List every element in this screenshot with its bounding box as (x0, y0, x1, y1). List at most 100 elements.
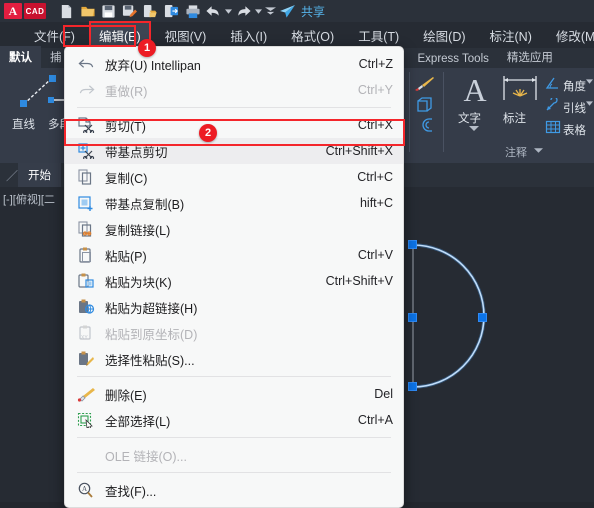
paint-brush-icon[interactable] (413, 76, 435, 92)
menu-item-copy-label: 复制(C) (105, 171, 148, 186)
menu-item-copy-link-label: 复制链接(L) (105, 223, 171, 238)
ribbon-tab-express-tools[interactable]: Express Tools (409, 50, 498, 68)
customize-caret-icon[interactable] (263, 1, 277, 21)
open-folder-icon[interactable] (77, 1, 98, 21)
angle-label[interactable]: 角度 (563, 78, 586, 94)
arc-grip-end[interactable] (408, 382, 417, 391)
text-tool-caret-icon[interactable] (469, 126, 479, 132)
print-icon[interactable] (182, 1, 203, 21)
save-as-icon[interactable] (119, 1, 140, 21)
viewport-label[interactable]: [-][俯视][二 (3, 191, 55, 207)
menu-bar: 文件(F) 编辑(E) 视图(V) 插入(I) 格式(O) 工具(T) 绘图(D… (0, 20, 594, 50)
menu-item-paste[interactable]: 粘贴(P) Ctrl+V (65, 242, 403, 268)
menu-item-cut[interactable]: 剪切(T) Ctrl+X (65, 112, 403, 138)
new-file-icon[interactable] (56, 1, 77, 21)
app-logo-cad: CAD (24, 3, 46, 19)
line-tool-label[interactable]: 直线 (12, 116, 35, 132)
table-label[interactable]: 表格 (563, 122, 586, 138)
menu-item-paste-as-block-label: 粘贴为块(K) (105, 275, 172, 290)
share-plane-icon[interactable] (277, 1, 297, 21)
menubar-item-draw[interactable]: 绘图(D) (415, 23, 473, 48)
menubar-item-format[interactable]: 格式(O) (283, 23, 342, 48)
redo-dropdown-caret-icon[interactable] (254, 1, 263, 21)
menubar-item-insert[interactable]: 插入(I) (222, 23, 275, 48)
dimension-tool-label[interactable]: 标注 (503, 110, 526, 126)
app-logo-a: A (4, 3, 22, 19)
menu-item-copy-link[interactable]: 复制链接(L) (65, 216, 403, 242)
ribbon-tab-default[interactable]: 默认 (0, 46, 41, 68)
menu-item-paste-as-hyperlink[interactable]: 粘贴为超链接(H) (65, 294, 403, 320)
menu-item-copy-with-basepoint-label: 带基点复制(B) (105, 197, 185, 212)
menubar-item-file[interactable]: 文件(F) (26, 23, 83, 48)
doc-tab-start[interactable]: 开始 (18, 163, 62, 187)
menu-item-redo-accel: Ctrl+Y (357, 83, 393, 97)
menu-item-undo-label: 放弃(U) Intellipan (105, 58, 201, 73)
share-label[interactable]: 共享 (301, 3, 325, 20)
leader-caret-icon[interactable] (586, 101, 593, 106)
menu-item-cut-with-basepoint[interactable]: 带基点剪切 Ctrl+Shift+X (65, 138, 403, 164)
menu-item-cut-with-basepoint-accel: Ctrl+Shift+X (325, 144, 393, 158)
table-icon[interactable] (545, 120, 561, 134)
ole-link-icon (73, 445, 99, 465)
menu-item-copy-with-basepoint[interactable]: 带基点复制(B) hift+C (65, 190, 403, 216)
select-all-icon (73, 410, 99, 430)
edit-dropdown-menu: 放弃(U) Intellipan Ctrl+Z 重做(R) Ctrl+Y 剪切(… (64, 46, 404, 508)
ribbon-tab-featured-apps[interactable]: 精选应用 (498, 46, 562, 68)
annotation-panel-caret-icon[interactable] (534, 148, 543, 154)
menu-item-paste-label: 粘贴(P) (105, 249, 147, 264)
menu-item-select-all[interactable]: 全部选择(L) Ctrl+A (65, 407, 403, 433)
text-tool-label[interactable]: 文字 (458, 110, 481, 126)
copy-icon (73, 167, 99, 187)
menu-item-copy-with-basepoint-accel: hift+C (359, 196, 393, 210)
region-icon[interactable] (413, 117, 435, 133)
menu-item-paste-as-block-accel: Ctrl+Shift+V (325, 274, 393, 288)
cad-application-window: A CAD 共享 文件(F) 编辑(E) 视图(V) 插入(I) 格式(O) 工… (0, 0, 594, 508)
text-tool-icon[interactable]: A (453, 73, 497, 107)
export-icon[interactable] (140, 1, 161, 21)
leader-label[interactable]: 引线 (563, 100, 586, 116)
leader-icon[interactable] (545, 98, 561, 112)
redo-arrow-icon (73, 80, 99, 100)
cut-with-basepoint-icon (73, 141, 99, 161)
menu-item-undo-accel: Ctrl+Z (358, 57, 393, 71)
menu-item-paste-as-block[interactable]: 粘贴为块(K) Ctrl+Shift+V (65, 268, 403, 294)
menu-item-cut-accel: Ctrl+X (357, 118, 393, 132)
arc-grip-start[interactable] (408, 240, 417, 249)
svg-text:A: A (82, 485, 87, 493)
annotation-panel-label: 注释 (505, 147, 527, 159)
menu-item-undo[interactable]: 放弃(U) Intellipan Ctrl+Z (65, 51, 403, 77)
menu-item-find-label: 查找(F)... (105, 484, 157, 499)
menubar-item-modify[interactable]: 修改(M) (548, 23, 594, 48)
cut-icon (73, 115, 99, 135)
menu-item-paste-as-hyperlink-label: 粘贴为超链接(H) (105, 301, 198, 316)
save-icon[interactable] (98, 1, 119, 21)
menu-separator-1 (77, 107, 391, 108)
menubar-item-tools[interactable]: 工具(T) (350, 23, 407, 48)
menu-item-cut-label: 剪切(T) (105, 119, 146, 134)
menubar-item-view[interactable]: 视图(V) (157, 23, 215, 48)
dimension-tool-icon[interactable] (501, 74, 539, 106)
extrude-solid-icon[interactable] (413, 96, 435, 114)
menubar-item-dimension[interactable]: 标注(N) (482, 23, 540, 48)
menu-item-redo: 重做(R) Ctrl+Y (65, 77, 403, 103)
menu-item-erase[interactable]: 删除(E) Del (65, 381, 403, 407)
menu-separator-4 (77, 472, 391, 473)
menu-item-paste-special[interactable]: 选择性粘贴(S)... (65, 346, 403, 372)
redo-icon[interactable] (233, 1, 254, 21)
undo-icon[interactable] (203, 1, 224, 21)
arc-grip-mid[interactable] (408, 313, 417, 322)
undo-dropdown-caret-icon[interactable] (224, 1, 233, 21)
find-icon: A (73, 480, 99, 500)
paste-as-block-icon (73, 271, 99, 291)
menu-item-copy[interactable]: 复制(C) Ctrl+C (65, 164, 403, 190)
doc-tab-separator-icon: ／ (6, 168, 19, 183)
arc-grip-bulge[interactable] (478, 313, 487, 322)
import-icon[interactable] (161, 1, 182, 21)
paste-as-hyperlink-icon (73, 297, 99, 317)
angle-caret-icon[interactable] (586, 79, 593, 84)
menu-separator-2 (77, 376, 391, 377)
menu-item-find[interactable]: A 查找(F)... (65, 477, 403, 503)
angle-icon[interactable] (545, 76, 561, 90)
menu-item-paste-special-label: 选择性粘贴(S)... (105, 353, 195, 368)
paste-special-icon (73, 349, 99, 369)
